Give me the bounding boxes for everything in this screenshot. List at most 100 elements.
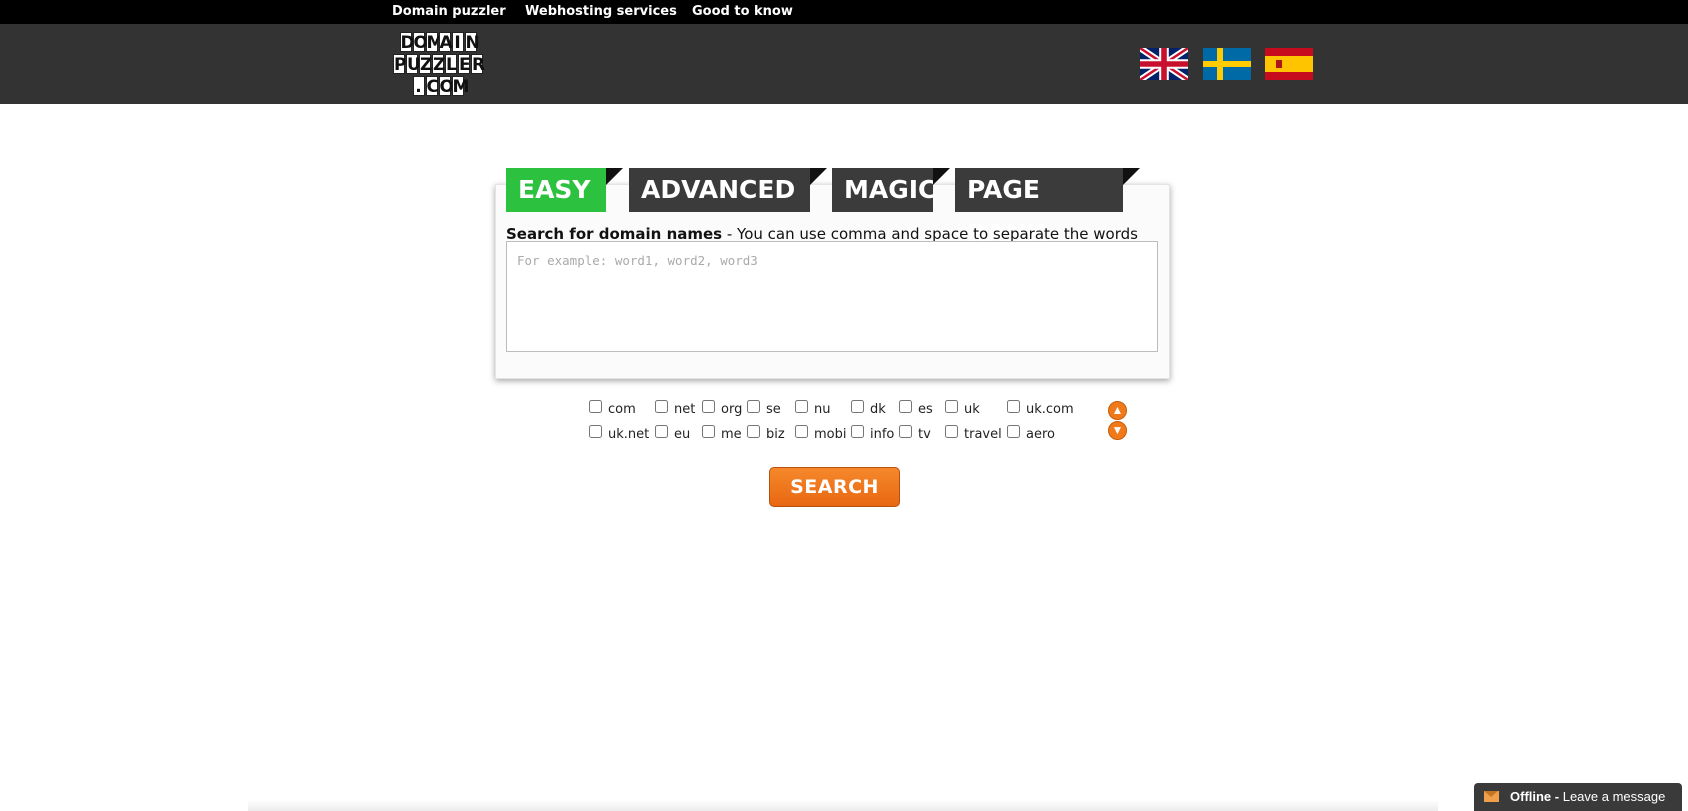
tld-option-mobi[interactable]: mobi: [795, 424, 846, 444]
tab-magic[interactable]: MAGIC: [832, 168, 950, 212]
logo-letter: O: [412, 32, 428, 53]
tld-checkbox-me[interactable]: [702, 424, 715, 438]
logo-letter: D: [399, 32, 415, 53]
tld-label: net: [674, 401, 696, 417]
tld-checkbox-com[interactable]: [589, 399, 602, 413]
tld-checkbox-biz[interactable]: [747, 424, 760, 438]
tld-option-travel[interactable]: travel: [945, 424, 1002, 444]
tld-checkbox-uk-net[interactable]: [589, 424, 602, 438]
tld-option-uk-net[interactable]: uk.net: [589, 424, 649, 444]
tld-checkbox-travel[interactable]: [945, 424, 958, 438]
tld-checkbox-se[interactable]: [747, 399, 760, 413]
chat-status: Offline -: [1510, 789, 1560, 804]
tld-label: mobi: [814, 426, 847, 442]
search-button[interactable]: SEARCH: [769, 467, 900, 507]
tld-option-uk[interactable]: uk: [945, 399, 980, 419]
tld-label: org: [721, 401, 743, 417]
tld-label: uk.com: [1026, 401, 1074, 417]
logo-letter: U: [406, 54, 421, 75]
uk-flag-icon[interactable]: [1140, 48, 1188, 80]
tld-checkbox-nu[interactable]: [795, 399, 808, 413]
tld-label: biz: [766, 426, 785, 442]
tld-checkbox-mobi[interactable]: [795, 424, 808, 438]
tld-label: uk.net: [608, 426, 650, 442]
tld-checkbox-uk[interactable]: [945, 399, 958, 413]
tld-checkbox-net[interactable]: [655, 399, 668, 413]
tld-option-com[interactable]: com: [589, 399, 636, 419]
tld-option-tv[interactable]: tv: [899, 424, 931, 444]
select-all-down-icon[interactable]: ▼: [1108, 421, 1127, 440]
nav-webhosting-services[interactable]: Webhosting services: [525, 4, 677, 19]
logo-letter: M: [451, 76, 470, 97]
sweden-flag-icon[interactable]: [1203, 48, 1251, 80]
live-chat-widget[interactable]: Offline - Leave a message: [1474, 783, 1682, 811]
logo-letter: I: [451, 32, 464, 53]
logo-letter: N: [464, 32, 480, 53]
logo-letter: L: [445, 54, 457, 75]
tld-label: aero: [1026, 426, 1055, 442]
chat-action: Leave a message: [1559, 789, 1666, 804]
tld-label: se: [766, 401, 781, 417]
tld-checkbox-es[interactable]: [899, 399, 912, 413]
tld-option-aero[interactable]: aero: [1007, 424, 1055, 444]
site-logo[interactable]: DOMAIN PUZZLER .COM: [382, 31, 494, 99]
logo-row-com: .COM: [382, 75, 494, 97]
nav-domain-puzzler[interactable]: Domain puzzler: [392, 4, 506, 19]
tld-option-se[interactable]: se: [747, 399, 781, 419]
footer-shadow: [248, 800, 1438, 811]
tld-option-biz[interactable]: biz: [747, 424, 785, 444]
tab-advanced-label: ADVANCED: [641, 175, 796, 204]
spain-flag-icon[interactable]: [1265, 48, 1313, 80]
tld-label: com: [608, 401, 636, 417]
site-header: DOMAIN PUZZLER .COM: [0, 24, 1688, 104]
tld-option-org[interactable]: org: [702, 399, 742, 419]
logo-letter: Z: [419, 54, 433, 75]
logo-letter: .: [412, 76, 425, 97]
logo-letter: M: [425, 32, 444, 53]
tld-option-net[interactable]: net: [655, 399, 695, 419]
tab-advanced[interactable]: ADVANCED: [629, 168, 827, 212]
tab-easy[interactable]: EASY: [506, 168, 623, 212]
tld-checkbox-dk[interactable]: [851, 399, 864, 413]
tld-option-me[interactable]: me: [702, 424, 742, 444]
tld-label: dk: [870, 401, 886, 417]
tab-easy-label: EASY: [518, 175, 591, 204]
logo-letter: A: [438, 32, 453, 53]
tld-checkbox-uk-com[interactable]: [1007, 399, 1020, 413]
logo-letter: R: [471, 54, 486, 75]
tld-option-dk[interactable]: dk: [851, 399, 886, 419]
nav-good-to-know[interactable]: Good to know: [692, 4, 793, 19]
tld-checkbox-eu[interactable]: [655, 424, 668, 438]
tld-checkbox-org[interactable]: [702, 399, 715, 413]
chat-label: Offline - Leave a message: [1510, 783, 1665, 811]
logo-row-domain: DOMAIN: [382, 31, 494, 53]
tab-page-rank[interactable]: PAGE RANK: [955, 168, 1140, 248]
envelope-icon: [1484, 791, 1499, 802]
logo-letter: O: [438, 76, 454, 97]
tld-checkbox-tv[interactable]: [899, 424, 912, 438]
logo-letter: P: [393, 54, 407, 75]
logo-row-puzzler: PUZZLER: [382, 53, 494, 75]
tld-label: tv: [918, 426, 931, 442]
tld-label: info: [870, 426, 895, 442]
tld-label: nu: [814, 401, 831, 417]
select-all-up-icon[interactable]: ▲: [1108, 401, 1127, 420]
tld-label: travel: [964, 426, 1002, 442]
tld-label: uk: [964, 401, 980, 417]
tab-magic-label: MAGIC: [844, 175, 937, 204]
logo-letter: C: [425, 76, 439, 97]
tld-option-uk-com[interactable]: uk.com: [1007, 399, 1074, 419]
tld-label: eu: [674, 426, 691, 442]
tld-option-nu[interactable]: nu: [795, 399, 830, 419]
tld-checkbox-aero[interactable]: [1007, 424, 1020, 438]
tld-option-eu[interactable]: eu: [655, 424, 690, 444]
tld-label: me: [721, 426, 742, 442]
top-navigation: Domain puzzler Webhosting services Good …: [0, 0, 1688, 24]
tld-checkbox-info[interactable]: [851, 424, 864, 438]
tld-option-info[interactable]: info: [851, 424, 894, 444]
logo-letter: Z: [432, 54, 446, 75]
tld-option-es[interactable]: es: [899, 399, 933, 419]
domain-words-input[interactable]: [506, 241, 1158, 352]
tld-label: es: [918, 401, 933, 417]
logo-letter: E: [458, 54, 471, 75]
